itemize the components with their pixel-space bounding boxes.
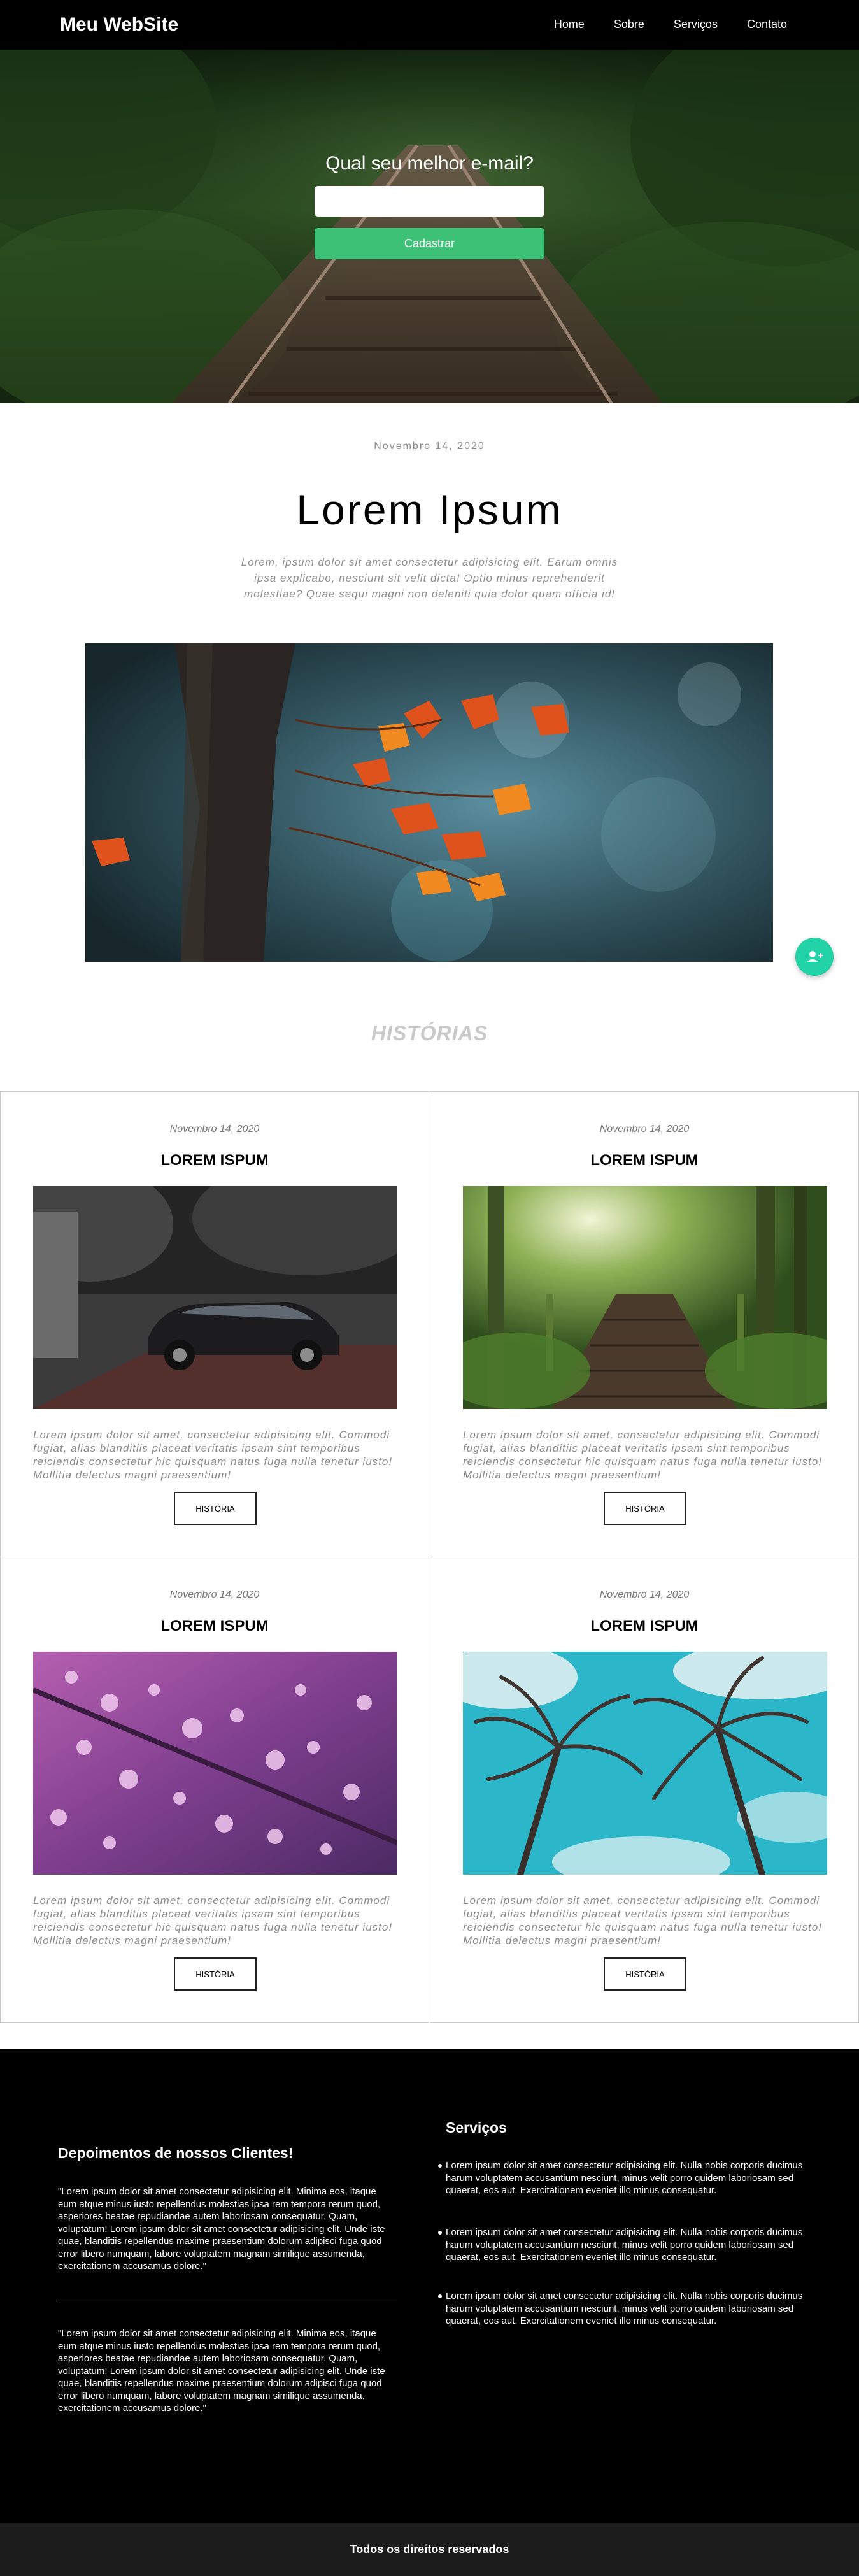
historia-button[interactable]: HISTÓRIA xyxy=(174,1957,257,1991)
add-user-icon xyxy=(807,951,823,962)
autumn-leaves-tree-photo xyxy=(85,643,773,962)
email-input[interactable] xyxy=(315,186,544,217)
water-drops-leaf-photo xyxy=(33,1652,397,1875)
service-item: Lorem ipsum dolor sit amet consectetur a… xyxy=(438,2159,820,2197)
forest-bridge-photo xyxy=(463,1186,827,1409)
story-title: LOREM ISPUM xyxy=(590,1617,699,1635)
post-title: Lorem Ipsum xyxy=(296,486,563,533)
car-garden-photo xyxy=(33,1186,397,1409)
story-text: Lorem ipsum dolor sit amet, consectetur … xyxy=(33,1429,393,1481)
story-date: Novembro 14, 2020 xyxy=(599,1589,690,1600)
story-date: Novembro 14, 2020 xyxy=(599,1124,690,1134)
story-date: Novembro 14, 2020 xyxy=(169,1589,260,1600)
main-nav: Home Sobre Serviços Contato xyxy=(525,18,787,31)
testimonial-quote: "Lorem ipsum dolor sit amet consectetur … xyxy=(58,2186,385,2272)
post-excerpt: Lorem, ipsum dolor sit amet consectetur … xyxy=(241,556,618,600)
story-card: Novembro 14, 2020 LOREM ISPUM Lorem ipsu… xyxy=(0,1557,429,2023)
service-item: Lorem ipsum dolor sit amet consectetur a… xyxy=(438,2226,820,2264)
services-heading: Serviços xyxy=(446,2119,507,2136)
nav-link-home[interactable]: Home xyxy=(554,18,585,31)
cadastrar-button[interactable]: Cadastrar xyxy=(315,228,544,259)
site-footer: Depoimentos de nossos Clientes! "Lorem i… xyxy=(0,2049,859,2523)
hero-title: Qual seu melhor e-mail? xyxy=(325,153,534,174)
testimonial-quote: "Lorem ipsum dolor sit amet consectetur … xyxy=(58,2328,385,2414)
story-card: Novembro 14, 2020 LOREM ISPUM Lorem ipsu… xyxy=(0,1091,429,1557)
add-user-fab-button[interactable] xyxy=(795,938,834,976)
copyright-text: Todos os direitos reservados xyxy=(350,2543,509,2556)
site-logo[interactable]: Meu WebSite xyxy=(60,14,178,36)
nav-link-contato[interactable]: Contato xyxy=(747,18,787,31)
nav-link-sobre[interactable]: Sobre xyxy=(614,18,644,31)
story-text: Lorem ipsum dolor sit amet, consectetur … xyxy=(463,1429,823,1481)
story-title: LOREM ISPUM xyxy=(160,1617,269,1635)
story-text: Lorem ipsum dolor sit amet, consectetur … xyxy=(463,1894,823,1947)
palm-trees-sky-photo xyxy=(463,1652,827,1875)
nav-link-servicos[interactable]: Serviços xyxy=(674,18,718,31)
story-card: Novembro 14, 2020 LOREM ISPUM Lorem ipsu… xyxy=(430,1091,859,1557)
historia-button[interactable]: HISTÓRIA xyxy=(604,1492,686,1525)
site-header: Meu WebSite Home Sobre Serviços Contato xyxy=(0,0,859,50)
testimonials-heading: Depoimentos de nossos Clientes! xyxy=(58,2145,294,2161)
story-date: Novembro 14, 2020 xyxy=(169,1124,260,1134)
hero-section: Qual seu melhor e-mail? Cadastrar xyxy=(0,50,859,403)
story-text: Lorem ipsum dolor sit amet, consectetur … xyxy=(33,1894,393,1947)
story-title: LOREM ISPUM xyxy=(590,1152,699,1169)
historia-button[interactable]: HISTÓRIA xyxy=(604,1957,686,1991)
stories-grid: Novembro 14, 2020 LOREM ISPUM Lorem ipsu… xyxy=(0,1091,859,2024)
post-date: Novembro 14, 2020 xyxy=(374,441,485,452)
copyright-bar: Todos os direitos reservados xyxy=(0,2523,859,2576)
historia-button[interactable]: HISTÓRIA xyxy=(174,1492,257,1525)
story-card: Novembro 14, 2020 LOREM ISPUM Lorem ipsu… xyxy=(430,1557,859,2023)
railway-forest-background xyxy=(0,50,859,403)
service-item: Lorem ipsum dolor sit amet consectetur a… xyxy=(438,2290,820,2328)
story-title: LOREM ISPUM xyxy=(160,1152,269,1169)
stories-heading: HISTÓRIAS xyxy=(371,1022,488,1045)
